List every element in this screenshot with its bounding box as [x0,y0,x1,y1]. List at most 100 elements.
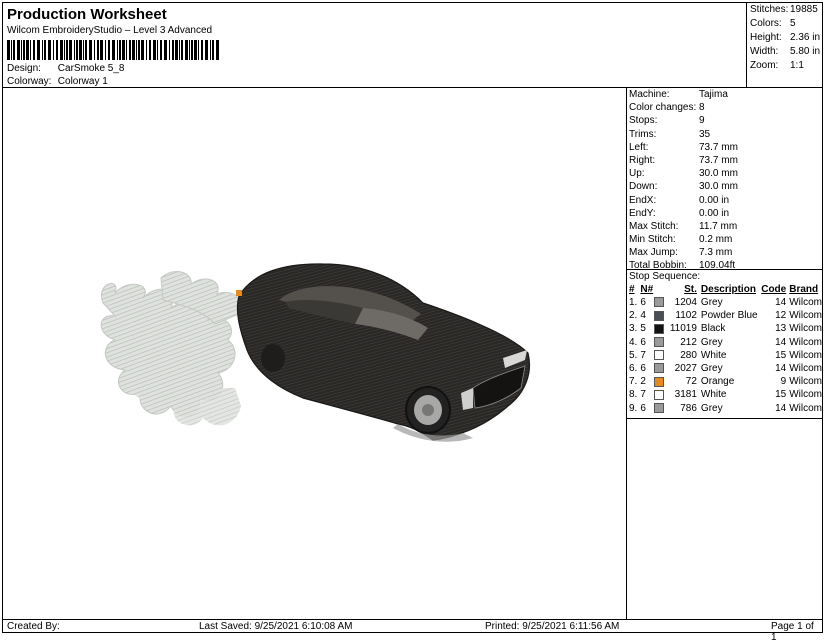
info-row: Up: 30.0 mm [627,167,822,180]
color-swatch-cell [654,322,667,335]
table-row: 5. 7 280 White 15 Wilcom [627,349,822,362]
stat-row: Stitches: 19885 [748,3,824,17]
stop-num: 9. [629,402,638,414]
info-row: Max Stitch: 11.7 mm [627,220,822,233]
barcode-bar [69,40,72,60]
info-row: EndY: 0.00 in [627,207,822,220]
stitch-count: 2027 [674,363,697,375]
color-swatch-cell [654,336,667,349]
smoke-cloud [100,270,242,426]
info-row: Stops: 9 [627,114,822,127]
barcode-bar [94,40,95,60]
barcode-bar [33,40,35,60]
design-stats: Stitches: 19885 Colors: 5 Height: 2.36 in W… [748,3,824,73]
info-row: Color changes: 8 [627,101,822,114]
barcode-bar [153,40,156,60]
table-row: 3. 5 11019 Black 13 Wilcom [627,322,822,335]
thread-description: Grey [700,363,723,375]
thread-brand: Wilcom [789,297,822,309]
col-desc: Description [700,284,756,295]
stat-label: Colors: [750,18,782,29]
stat-row: Colors: 5 [748,17,824,31]
barcode-bar [79,40,82,60]
barcode-bar [179,40,180,60]
design-label: Design: [7,63,41,74]
stitch-count: 280 [680,349,697,361]
color-swatch-cell [654,349,667,362]
colorway-row: Colorway: Colorway 1 [7,76,108,87]
info-value: 30.0 mm [699,168,738,180]
thread-code: 13 [775,323,787,335]
needle-num: 4 [640,310,646,322]
col-num: # [629,284,635,295]
barcode-bar [146,40,147,60]
stop-num: 7. [629,376,638,388]
barcode-bar [149,40,151,60]
thread-brand: Wilcom [789,363,822,375]
color-swatch-cell [654,388,667,401]
barcode-bar [175,40,178,60]
stitch-count: 1102 [675,310,697,322]
stop-sequence: Stop Sequence: # N# St. Description Code… [627,269,822,415]
info-value: 7.3 mm [699,247,733,259]
stitch-count: 1204 [674,297,697,309]
barcode-bar [119,40,121,60]
machine-info: Machine: Tajima Color changes: 8 Stops: 9 Trim… [627,88,822,273]
color-swatch [654,310,665,321]
info-label: EndX: [629,194,657,206]
thread-code: 12 [775,310,787,322]
color-swatch-cell [654,362,667,375]
info-label: Max Jump: [629,247,678,259]
thread-code: 14 [775,336,787,348]
info-value: Tajima [699,89,728,100]
worksheet-body: Machine: Tajima Color changes: 8 Stops: 9 Trim… [2,87,823,620]
barcode-bar [42,40,43,60]
stat-value: 19885 [790,4,818,15]
table-header-row: # N# St. Description Code Brand [627,283,822,296]
barcode-bar [198,40,199,60]
thread-brand: Wilcom [789,336,822,348]
col-n: N# [640,284,654,295]
barcode-bar [7,40,10,60]
info-row: Trims: 35 [627,128,822,141]
color-swatch [654,402,665,413]
barcode-bar [164,40,167,60]
barcode-bar [210,40,211,60]
thread-code: 15 [775,349,787,361]
needle-num: 7 [640,349,646,361]
thread-description: Grey [700,336,723,348]
barcode-bar [66,40,68,60]
worksheet-title: Production Worksheet [7,6,167,23]
design-preview [3,88,627,619]
info-row: Max Jump: 7.3 mm [627,246,822,259]
info-label: Trims: [629,128,657,140]
barcode-bar [89,40,92,60]
barcode-bar [169,40,170,60]
created-by: Created By: [7,621,60,632]
info-label: Right: [629,154,656,166]
stop-sequence-label: Stop Sequence: [629,271,701,282]
stop-num: 8. [629,389,638,401]
thread-description: Black [700,323,726,335]
barcode-bar [201,40,203,60]
stop-num: 2. [629,310,638,322]
barcode-bar [53,40,54,60]
barcode-bar [108,40,110,60]
stat-value: 5.80 in [790,46,821,57]
barcode-bar [129,40,131,60]
info-label: Min Stitch: [629,234,676,246]
thread-description: White [700,389,727,401]
last-saved: Last Saved: 9/25/2021 6:10:08 AM [199,621,353,632]
stop-num: 5. [629,349,638,361]
color-swatch [654,376,665,387]
barcode-bar [97,40,99,60]
barcode-bar [194,40,197,60]
barcode-bar [141,40,144,60]
info-label: Color changes: [629,102,697,114]
table-row: 4. 6 212 Grey 14 Wilcom [627,336,822,349]
col-code: Code [761,284,787,295]
table-row: 6. 6 2027 Grey 14 Wilcom [627,362,822,375]
stat-value: 2.36 in [790,32,821,43]
color-swatch-cell [654,296,667,309]
info-label: Down: [629,181,658,193]
